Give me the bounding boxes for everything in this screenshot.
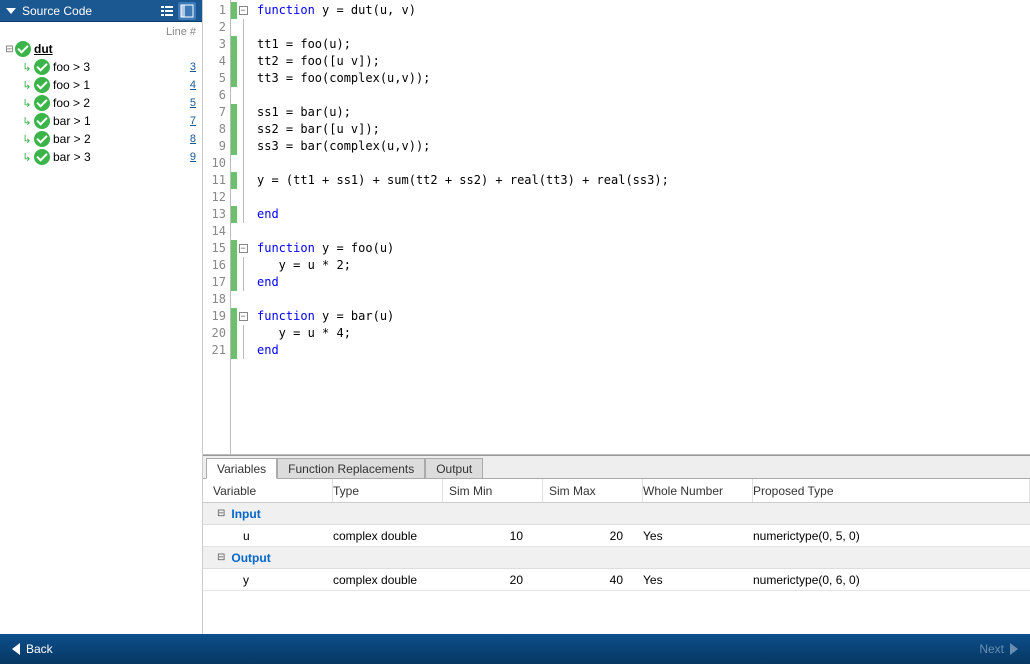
check-icon bbox=[34, 77, 50, 93]
check-icon bbox=[34, 59, 50, 75]
collapse-icon bbox=[6, 8, 16, 14]
tree-item-line[interactable]: 9 bbox=[190, 151, 196, 163]
sidebar-header[interactable]: Source Code bbox=[0, 0, 202, 22]
tree-item-line[interactable]: 7 bbox=[190, 115, 196, 127]
arrow-left-icon bbox=[12, 643, 20, 655]
editor-pane: 123456789101112131415161718192021 −−− fu… bbox=[203, 0, 1030, 634]
tree-item[interactable]: ↳ bar > 1 7 bbox=[0, 112, 202, 130]
tree-item[interactable]: ↳ foo > 1 4 bbox=[0, 76, 202, 94]
tree-item-line[interactable]: 8 bbox=[190, 133, 196, 145]
tree-item-label: foo > 2 bbox=[53, 96, 90, 110]
arrow-right-icon bbox=[1010, 643, 1018, 655]
arrow-into-icon: ↳ bbox=[20, 115, 34, 128]
table-header: Variable Type Sim Min Sim Max Whole Numb… bbox=[203, 479, 1030, 503]
tab-output[interactable]: Output bbox=[425, 458, 483, 478]
footer: Back Next bbox=[0, 634, 1030, 664]
arrow-into-icon: ↳ bbox=[20, 151, 34, 164]
col-sim-min[interactable]: Sim Min bbox=[443, 479, 543, 502]
tab-function-replacements[interactable]: Function Replacements bbox=[277, 458, 425, 478]
tree-item-label: bar > 2 bbox=[53, 132, 91, 146]
tree: ⊟ dut ↳ foo > 3 3 ↳ foo > 1 4 ↳ foo > 2 5 ↳ bar > … bbox=[0, 40, 202, 172]
line-gutter: 123456789101112131415161718192021 bbox=[203, 0, 231, 454]
sidebar: Source Code Line # ⊟ dut ↳ foo > 3 3 ↳ foo >… bbox=[0, 0, 203, 634]
tree-item-label: bar > 3 bbox=[53, 150, 91, 164]
col-type[interactable]: Type bbox=[333, 479, 443, 502]
bottom-panel: Variables Function Replacements Output V… bbox=[203, 455, 1030, 634]
tree-item-label: foo > 3 bbox=[53, 60, 90, 74]
check-icon bbox=[34, 149, 50, 165]
tree-root[interactable]: ⊟ dut bbox=[0, 40, 202, 58]
tree-item-line[interactable]: 5 bbox=[190, 97, 196, 109]
list-view-icon[interactable] bbox=[158, 2, 176, 20]
code-area[interactable]: 123456789101112131415161718192021 −−− fu… bbox=[203, 0, 1030, 455]
next-button[interactable]: Next bbox=[979, 642, 1018, 656]
tree-item-label: bar > 1 bbox=[53, 114, 91, 128]
col-variable[interactable]: Variable bbox=[203, 479, 333, 502]
variables-table: Variable Type Sim Min Sim Max Whole Numb… bbox=[203, 479, 1030, 634]
check-icon bbox=[15, 41, 31, 57]
tabs: Variables Function Replacements Output bbox=[203, 456, 1030, 479]
tree-item[interactable]: ↳ bar > 2 8 bbox=[0, 130, 202, 148]
tree-item[interactable]: ↳ foo > 3 3 bbox=[0, 58, 202, 76]
arrow-into-icon: ↳ bbox=[20, 133, 34, 146]
arrow-into-icon: ↳ bbox=[20, 61, 34, 74]
arrow-into-icon: ↳ bbox=[20, 97, 34, 110]
tree-header: Line # bbox=[0, 22, 202, 40]
check-icon bbox=[34, 113, 50, 129]
table-row[interactable]: u complex double 10 20 Yes numerictype(0… bbox=[203, 525, 1030, 547]
group-input[interactable]: ⊟Input bbox=[203, 503, 1030, 525]
tree-root-label: dut bbox=[34, 42, 53, 56]
check-icon bbox=[34, 95, 50, 111]
tree-item-line[interactable]: 4 bbox=[190, 79, 196, 91]
tab-variables[interactable]: Variables bbox=[206, 458, 277, 479]
fold-strip[interactable]: −−− bbox=[237, 0, 249, 454]
sidebar-title: Source Code bbox=[22, 4, 156, 18]
tree-item-line[interactable]: 3 bbox=[190, 61, 196, 73]
back-button[interactable]: Back bbox=[12, 642, 53, 656]
col-sim-max[interactable]: Sim Max bbox=[543, 479, 643, 502]
tree-item[interactable]: ↳ bar > 3 9 bbox=[0, 148, 202, 166]
tree-item[interactable]: ↳ foo > 2 5 bbox=[0, 94, 202, 112]
group-output[interactable]: ⊟Output bbox=[203, 547, 1030, 569]
tree-item-label: foo > 1 bbox=[53, 78, 90, 92]
tree-view-icon[interactable] bbox=[178, 2, 196, 20]
col-proposed-type[interactable]: Proposed Type bbox=[753, 479, 1030, 502]
table-row[interactable]: y complex double 20 40 Yes numerictype(0… bbox=[203, 569, 1030, 591]
code-text[interactable]: function y = dut(u, v)tt1 = foo(u);tt2 =… bbox=[249, 0, 1030, 454]
col-whole-number[interactable]: Whole Number bbox=[643, 479, 753, 502]
expand-icon[interactable]: ⊟ bbox=[4, 44, 15, 55]
arrow-into-icon: ↳ bbox=[20, 79, 34, 92]
check-icon bbox=[34, 131, 50, 147]
